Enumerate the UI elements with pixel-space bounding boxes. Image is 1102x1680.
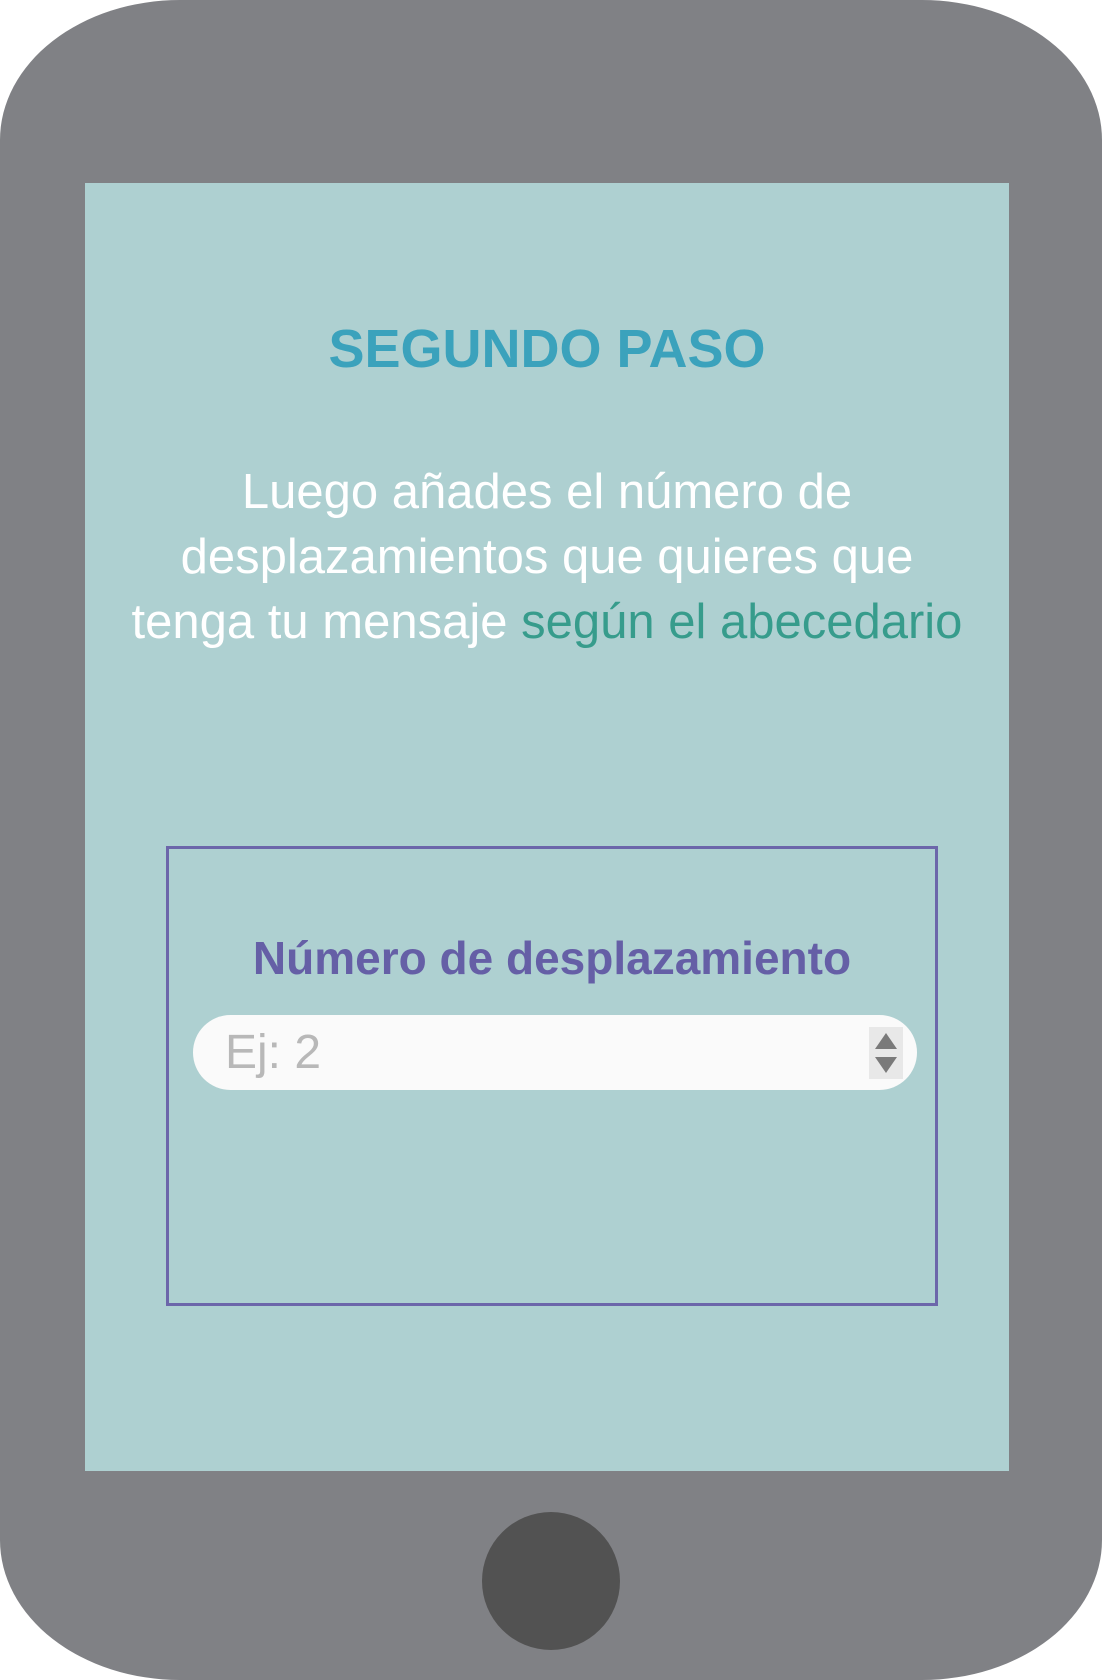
step-description: Luego añades el número de desplazamiento…: [125, 460, 969, 655]
displacement-label: Número de desplazamiento: [252, 932, 852, 984]
stepper-up-icon[interactable]: [873, 1031, 899, 1051]
stepper-down-icon[interactable]: [873, 1055, 899, 1075]
description-highlight: según el abecedario: [521, 595, 963, 649]
number-stepper: [869, 1027, 903, 1079]
displacement-panel: Número de desplazamiento: [166, 846, 938, 1306]
phone-screen: SEGUNDO PASO Luego añades el número de d…: [85, 183, 1009, 1471]
phone-frame: SEGUNDO PASO Luego añades el número de d…: [0, 0, 1102, 1680]
step-title: SEGUNDO PASO: [328, 319, 766, 379]
displacement-field: [193, 1015, 917, 1090]
displacement-input[interactable]: [193, 1015, 853, 1090]
home-button[interactable]: [482, 1512, 620, 1650]
